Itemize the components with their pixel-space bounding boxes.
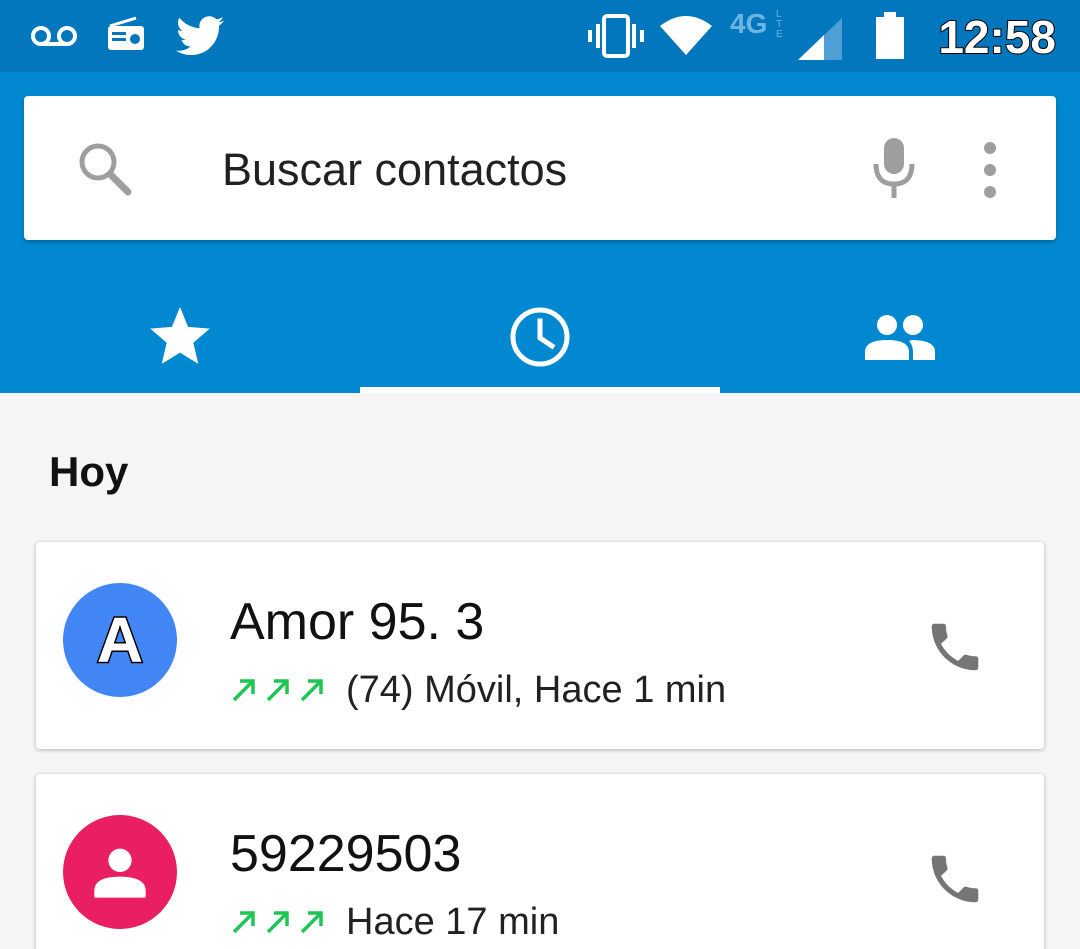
phone-icon[interactable] <box>924 616 986 678</box>
call-log-item[interactable]: A Amor 95. 3 (74) Móvil, Hace 1 min <box>36 542 1044 749</box>
avatar[interactable]: A <box>63 583 177 697</box>
mic-icon[interactable] <box>870 136 918 200</box>
more-vert-icon[interactable] <box>978 142 1002 198</box>
search-input[interactable]: Buscar contactos <box>222 144 567 196</box>
lte-label: LTE <box>776 9 783 40</box>
outgoing-call-arrow-icon <box>300 679 323 702</box>
call-detail: Hace 17 min <box>346 900 560 943</box>
call-meta: Hace 17 min <box>230 900 559 944</box>
outgoing-call-arrow-icon <box>300 911 323 934</box>
search-bar[interactable]: Buscar contactos <box>24 96 1056 240</box>
4g-lte-icon: 4G LTE <box>730 8 790 42</box>
signal-icon <box>798 18 842 60</box>
star-icon <box>150 306 210 364</box>
avatar[interactable] <box>63 815 177 929</box>
clock: 12:58 <box>937 10 1057 64</box>
network-label: 4G <box>730 8 768 39</box>
search-icon[interactable] <box>76 140 132 196</box>
clock-icon <box>510 307 570 366</box>
call-meta: (74) Móvil, Hace 1 min <box>230 668 726 712</box>
outgoing-call-arrow-icon <box>266 679 289 702</box>
tab-favorites[interactable] <box>0 280 360 393</box>
people-icon <box>865 314 935 360</box>
vibrate-icon <box>588 14 644 58</box>
tab-bar <box>0 280 1080 393</box>
contact-name: Amor 95. 3 <box>230 593 485 651</box>
status-bar: 4G LTE 12:58 <box>0 0 1080 72</box>
person-icon <box>94 848 146 898</box>
wifi-icon <box>660 16 712 55</box>
voicemail-icon <box>31 26 77 46</box>
outgoing-call-arrow-icon <box>232 911 255 934</box>
call-log-item[interactable]: 59229503 Hace 17 min <box>36 774 1044 949</box>
contact-name: 59229503 <box>230 825 462 883</box>
avatar-letter: A <box>95 603 144 678</box>
twitter-icon <box>176 16 224 55</box>
tab-contacts[interactable] <box>720 280 1080 393</box>
call-direction <box>230 908 326 936</box>
call-detail: (74) Móvil, Hace 1 min <box>346 668 727 711</box>
battery-icon <box>876 12 904 59</box>
app-bar: Buscar contactos <box>0 72 1080 393</box>
tab-recents[interactable] <box>360 280 720 393</box>
radio-icon <box>108 16 144 50</box>
selected-tab-indicator <box>360 387 720 393</box>
outgoing-call-arrow-icon <box>232 679 255 702</box>
outgoing-call-arrow-icon <box>266 911 289 934</box>
call-direction <box>230 676 326 704</box>
section-title: Hoy <box>49 448 129 495</box>
phone-icon[interactable] <box>924 848 986 910</box>
